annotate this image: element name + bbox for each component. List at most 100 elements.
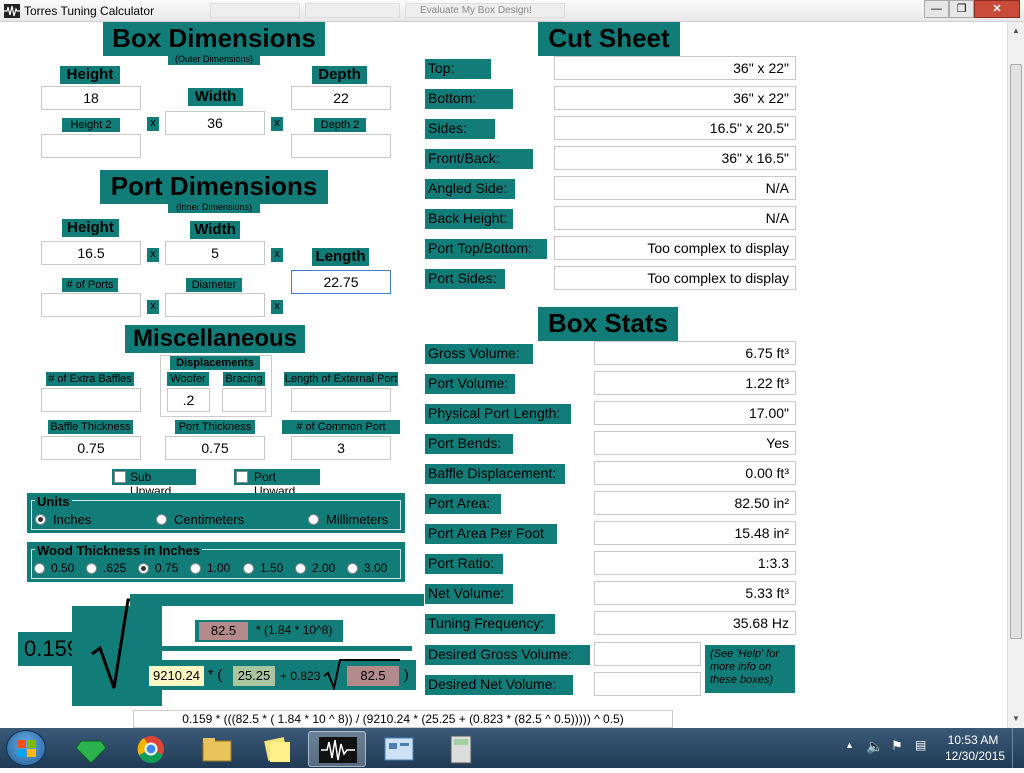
cut-sheet-value: N/A [554,176,796,200]
units-millimeters-radio[interactable] [308,514,319,525]
port-height-input[interactable]: 16.5 [41,241,141,265]
box-depth-input[interactable]: 22 [291,86,391,110]
external-port-input[interactable] [291,388,391,412]
close-button[interactable]: ✕ [974,0,1020,18]
windows-logo-icon [17,740,37,758]
scroll-down-arrow-icon[interactable]: ▼ [1012,714,1020,723]
cut-sheet-value: 36" x 16.5" [554,146,796,170]
show-desktop-button[interactable] [1012,728,1024,768]
units-group: Units Inches Centimeters Millimeters [27,493,405,533]
wood-200-label: 2.00 [312,561,336,575]
displacements-label: Displacements [170,356,260,370]
box-dimensions-subtitle: (Outer Dimensions) [168,54,260,65]
clock-time[interactable]: 10:53 AM [945,733,1001,747]
wood-150-radio[interactable] [243,563,254,574]
box-stat-value: Yes [594,431,796,455]
extra-baffles-input[interactable] [41,388,141,412]
desired-volume-input[interactable] [594,672,701,696]
taskbar-control-panel[interactable] [370,731,428,767]
bg-tab-1 [210,3,300,18]
formula-sqrt-area: 82.5 [347,666,399,686]
box-stat-label: Port Ratio: [425,554,503,574]
taskbar-torres-app[interactable] [308,731,366,767]
port-upward-checkbox-row[interactable]: Port Upward [234,469,320,498]
port-diameter-label: Diameter [186,278,242,292]
port-thickness-input[interactable]: 0.75 [165,436,265,460]
port-dimensions-subtitle: (Inner Dimensions) [168,202,260,213]
port-upward-checkbox[interactable] [236,471,248,483]
wood-0625-radio[interactable] [86,563,97,574]
bracing-displacement-input[interactable] [222,388,266,412]
wood-050-radio[interactable] [34,563,45,574]
wood-100-radio[interactable] [190,563,201,574]
wood-thickness-group: Wood Thickness in Inches 0.50 .625 0.75 … [27,542,405,582]
bracing-label: Bracing [223,372,265,386]
port-diameter-input[interactable] [165,293,265,317]
formula-times-open: * ( [208,666,222,682]
box-width-input[interactable]: 36 [165,111,265,135]
sub-upward-checkbox[interactable] [114,471,126,483]
formula-plus: + 0.823 [280,669,321,683]
network-icon[interactable]: ▤ [915,738,926,752]
cut-sheet-label: Angled Side: [425,179,515,199]
box-depth2-label: Depth 2 [314,118,366,132]
box-stat-label: Port Volume: [425,374,515,394]
formula-length: 25.25 [233,666,275,686]
cut-sheet-label: Top: [425,59,491,79]
wood-300-label: 3.00 [364,561,388,575]
cut-sheet-label: Bottom: [425,89,513,109]
sub-upward-checkbox-row[interactable]: Sub Upward [112,469,196,498]
wood-300-radio[interactable] [347,563,358,574]
number-of-ports-input[interactable] [41,293,141,317]
desired-volume-input[interactable] [594,642,701,666]
box-height2-input[interactable] [41,134,141,158]
formula-close: ) [404,666,409,682]
wood-075-radio[interactable] [138,563,149,574]
maximize-button[interactable]: ❐ [949,0,974,18]
start-button[interactable] [6,730,46,766]
taskbar-gem-app[interactable] [62,731,120,767]
port-x-4: x [271,300,283,314]
box-stat-label: Baffle Displacement: [425,464,565,484]
wood-200-radio[interactable] [295,563,306,574]
box-stat-value: 6.75 ft³ [594,341,796,365]
port-width-input[interactable]: 5 [165,241,265,265]
units-inches-radio[interactable] [35,514,46,525]
box-stat-label: Physical Port Length: [425,404,571,424]
bg-tab-3: Evaluate My Box Design! [405,3,565,18]
box-x-2: x [271,117,283,131]
cut-sheet-label: Front/Back: [425,149,533,169]
units-centimeters-radio[interactable] [156,514,167,525]
box-stat-value: 35.68 Hz [594,611,796,635]
volume-icon[interactable]: 🔈 [866,738,883,755]
taskbar-chrome[interactable] [122,731,180,767]
taskbar-notes[interactable] [248,731,306,767]
minimize-button[interactable]: — [924,0,949,18]
box-height-input[interactable]: 18 [41,86,141,110]
box-stat-value: 0.00 ft³ [594,461,796,485]
baffle-thickness-label: Baffle Thickness [48,420,133,434]
clock-date[interactable]: 12/30/2015 [945,749,1005,763]
vertical-scrollbar[interactable]: ▲ ▼ [1007,22,1024,728]
box-depth2-input[interactable] [291,134,391,158]
box-stat-value: 15.48 in² [594,521,796,545]
scroll-up-arrow-icon[interactable]: ▲ [1012,26,1020,35]
port-length-label: Length [312,248,369,266]
woofer-displacement-input[interactable]: .2 [167,388,210,412]
miscellaneous-title: Miscellaneous [125,325,305,353]
cut-sheet-value: 36" x 22" [554,56,796,80]
box-height2-label: Height 2 [62,118,120,132]
port-width-label: Width [190,221,240,239]
taskbar-explorer[interactable] [188,731,246,767]
common-port-walls-input[interactable]: 3 [291,436,391,460]
tray-up-arrow-icon[interactable]: ▲ [845,740,854,750]
port-length-input[interactable]: 22.75 [291,270,391,294]
flag-icon[interactable]: ⚑ [891,738,903,754]
title-bar: Torres Tuning Calculator Evaluate My Box… [0,0,1024,22]
box-stat-label: Desired Net Volume: [425,675,573,695]
scroll-thumb[interactable] [1010,64,1022,639]
baffle-thickness-input[interactable]: 0.75 [41,436,141,460]
taskbar-calculator[interactable] [432,731,490,767]
wood-thickness-title: Wood Thickness in Inches [35,543,203,558]
box-stat-value: 82.50 in² [594,491,796,515]
